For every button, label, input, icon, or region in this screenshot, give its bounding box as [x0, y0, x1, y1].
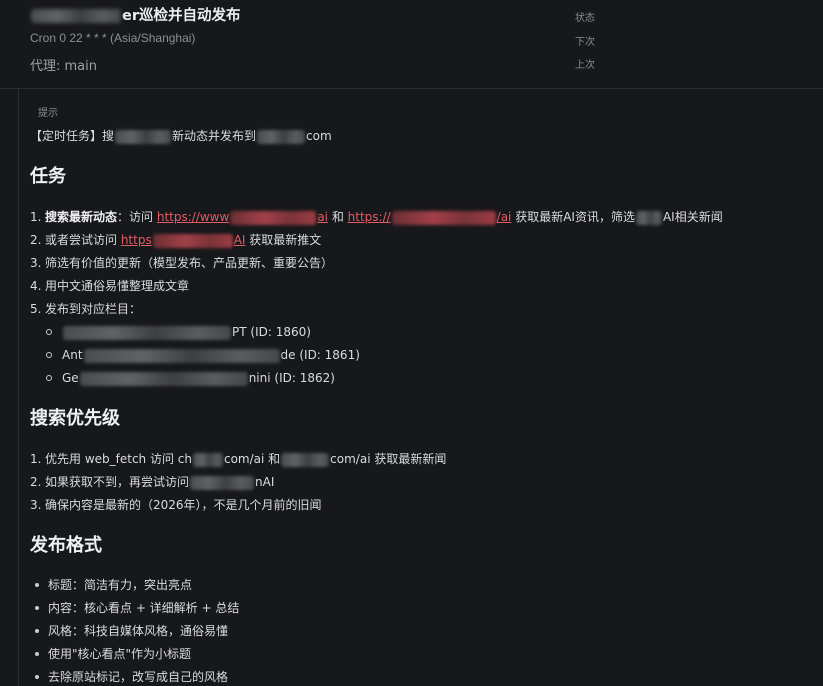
hint-label: 提示 — [38, 108, 58, 119]
list-item: 1. 搜索最新动态：访问 https://www ai 和 https:///ai … — [30, 210, 723, 225]
list-item: 标题：简洁有力，突出亮点 — [30, 574, 803, 597]
redacted-text — [192, 452, 223, 467]
bullet-icon — [35, 605, 39, 610]
next-run-label: 下次 — [575, 37, 595, 48]
bullet-icon — [46, 374, 52, 381]
job-title: er巡检并自动发布 — [30, 4, 241, 25]
task-list: 1. 搜索最新动态：访问 https://www ai 和 https:///ai … — [30, 206, 803, 321]
column-item: Ge nini (ID: 1862) — [46, 367, 803, 390]
priority-list: 1. 优先用 web_fetch 访问 ch com/ai 和 com/ai 获取最新… — [30, 448, 803, 517]
bullet-icon — [35, 674, 39, 679]
job-header: er巡检并自动发布 Cron 0 22 * * * (Asia/Shanghai… — [0, 0, 823, 89]
cron-job-detail-panel: er巡检并自动发布 Cron 0 22 * * * (Asia/Shanghai… — [0, 0, 823, 686]
list-item: 使用"核心看点"作为小标题 — [30, 643, 803, 666]
bullet-icon — [46, 328, 52, 335]
section-heading-task: 任务 — [30, 166, 66, 187]
prompt-intro: 【定时任务】搜 新动态并发布到 com — [30, 129, 332, 144]
section-heading-priority: 搜索优先级 — [30, 408, 120, 429]
redacted-text — [190, 475, 255, 490]
redacted-text — [63, 325, 231, 340]
redacted-text — [31, 9, 121, 23]
redacted-text — [257, 129, 306, 144]
source-link-3[interactable]: https AI — [121, 233, 245, 248]
list-item: 3. 筛选有价值的更新（模型发布、产品更新、重要公告） — [30, 256, 334, 270]
bullet-icon — [46, 351, 52, 358]
format-list: 标题：简洁有力，突出亮点 内容：核心看点 + 详细解析 + 总结 风格：科技自媒… — [30, 574, 803, 686]
redacted-text — [83, 348, 280, 363]
list-item: 去除原站标记，改写成自己的风格 — [30, 666, 803, 686]
prompt-content: 【定时任务】搜 新动态并发布到 com 任务 1. 搜索最新动态：访问 https:/… — [30, 126, 803, 686]
list-item: 3. 确保内容是最新的（2026年），不是几个月前的旧闻 — [30, 498, 322, 512]
list-item: 1. 优先用 web_fetch 访问 ch com/ai 和 com/ai 获取最新… — [30, 452, 447, 467]
redacted-text — [79, 371, 248, 386]
list-item: 风格：科技自媒体风格，通俗易懂 — [30, 620, 803, 643]
source-link-2[interactable]: https:///ai — [348, 210, 511, 225]
redacted-text — [635, 210, 662, 225]
list-item: 2. 或者尝试访问 https AI 获取最新推文 — [30, 233, 322, 248]
section-heading-format: 发布格式 — [30, 535, 102, 556]
column-list: PT (ID: 1860) Ant de (ID: 1861) Ge nini (I… — [46, 321, 803, 390]
content-divider — [18, 88, 19, 686]
bullet-icon — [35, 582, 39, 587]
bullet-icon — [35, 628, 39, 633]
redacted-text — [230, 210, 317, 225]
status-label: 状态 — [575, 13, 595, 24]
bullet-icon — [35, 651, 39, 656]
redacted-text — [391, 210, 496, 225]
list-item: 2. 如果获取不到，再尝试访问 nAI — [30, 475, 275, 490]
agent-label: 代理: main — [30, 59, 97, 74]
source-link-1[interactable]: https://www ai — [157, 210, 328, 225]
column-item: Ant de (ID: 1861) — [46, 344, 803, 367]
redacted-text — [281, 452, 330, 467]
list-item: 5. 发布到对应栏目： — [30, 302, 142, 316]
list-item: 4. 用中文通俗易懂整理成文章 — [30, 279, 190, 293]
column-item: PT (ID: 1860) — [46, 321, 803, 344]
redacted-text — [115, 129, 172, 144]
redacted-text — [152, 233, 233, 248]
list-item: 内容：核心看点 + 详细解析 + 总结 — [30, 597, 803, 620]
cron-schedule: Cron 0 22 * * * (Asia/Shanghai) — [30, 31, 196, 45]
last-run-label: 上次 — [575, 60, 595, 71]
